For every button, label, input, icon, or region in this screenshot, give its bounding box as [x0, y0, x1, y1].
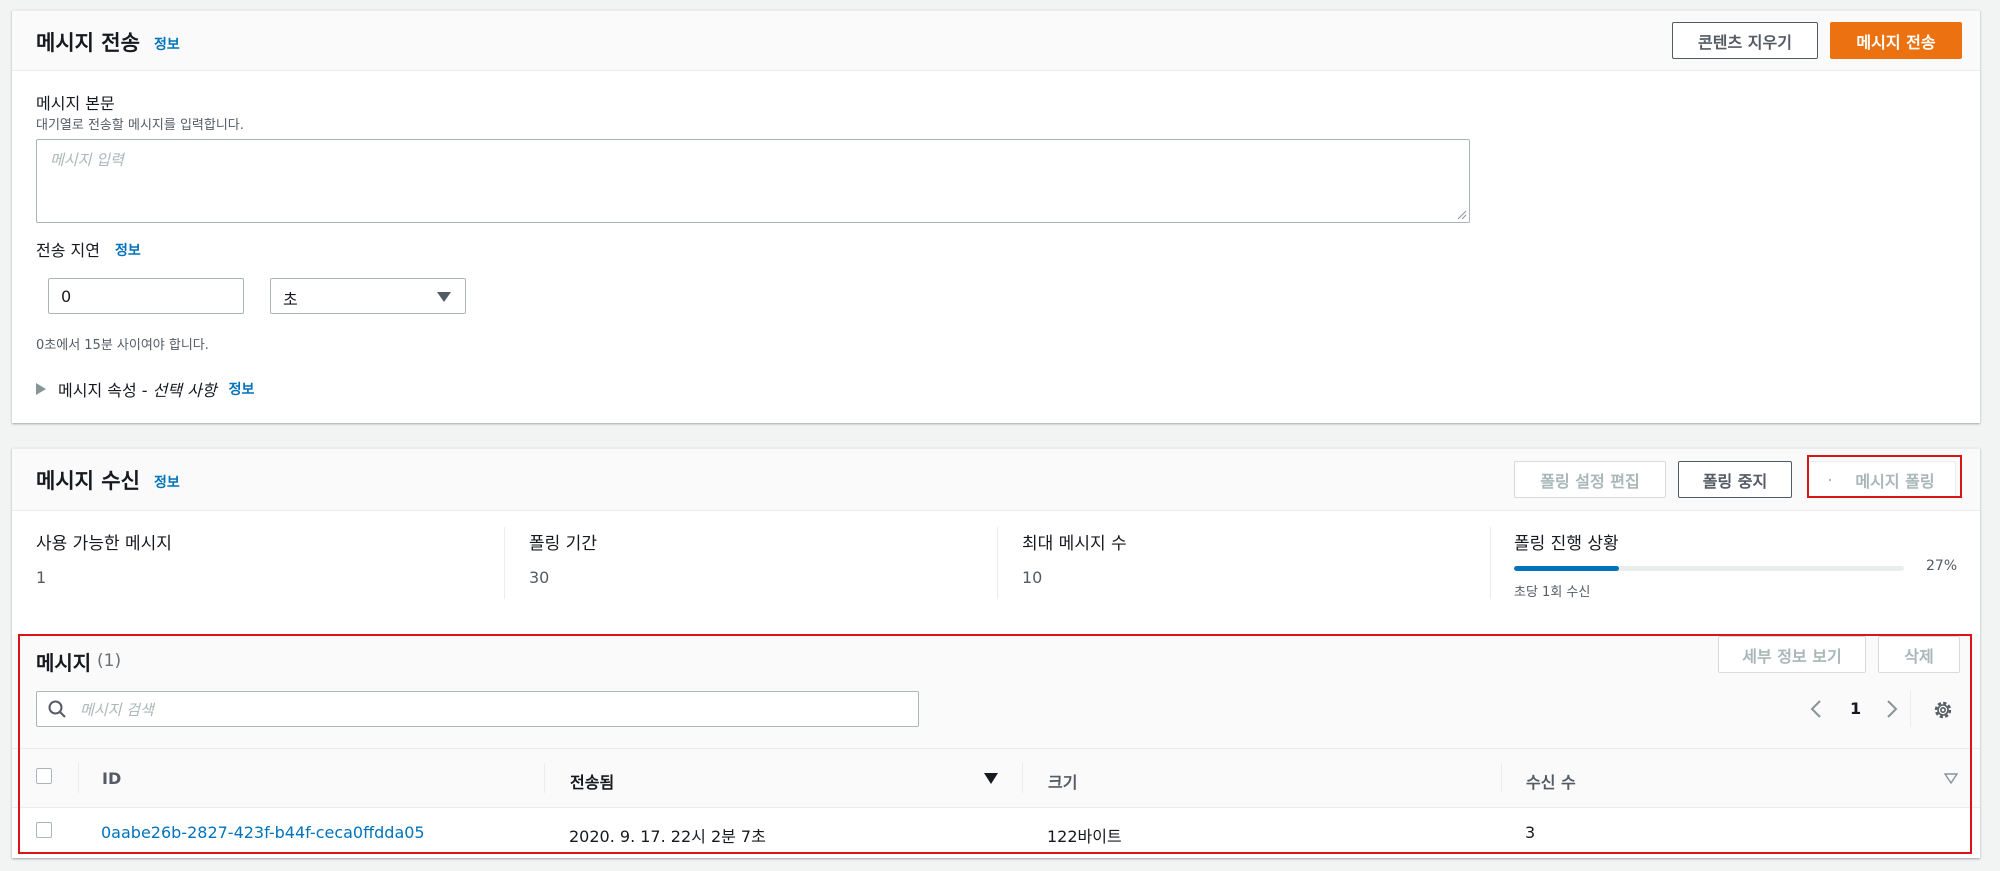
resize-handle-icon[interactable]: [1457, 210, 1467, 220]
metric-label: 사용 가능한 메시지: [36, 534, 172, 554]
message-attributes-optional: 선택 사항: [152, 381, 217, 400]
metric-divider: [504, 527, 505, 599]
metric-label: 최대 메시지 수: [1022, 534, 1127, 554]
send-info-link[interactable]: 정보: [154, 34, 180, 54]
delivery-delay-label: 전송 지연: [36, 241, 100, 260]
metric-value: 1: [36, 568, 47, 587]
send-message-title: 메시지 전송: [36, 31, 140, 55]
metric-value: 10: [1022, 568, 1043, 587]
message-attributes-label: 메시지 속성 -: [58, 381, 153, 400]
caret-right-icon: [36, 383, 46, 395]
delivery-delay-input[interactable]: 0: [48, 278, 244, 314]
metric-divider: [997, 527, 998, 599]
highlight-messages-table: [18, 634, 1972, 854]
progress-fill: [1514, 566, 1620, 571]
delivery-delay-hint: 0초에서 15분 사이여야 합니다.: [36, 338, 209, 353]
clear-content-button[interactable]: 콘텐츠 지우기: [1672, 22, 1818, 59]
metric-available-messages: 사용 가능한 메시지 1: [36, 529, 172, 587]
message-attributes-info-link[interactable]: 정보: [229, 379, 255, 399]
delivery-delay-unit-value: 초: [283, 290, 298, 309]
highlight-poll-messages: [1807, 455, 1962, 498]
progress-subtext: 초당 1회 수신: [1514, 585, 1591, 600]
metric-label: 폴링 기간: [529, 534, 597, 554]
metric-polling-progress: 폴링 진행 상황 27% 초당 1회 수신: [1514, 529, 1957, 600]
send-message-panel: 메시지 전송 정보 콘텐츠 지우기 메시지 전송 메시지 본문 대기열로 전송할…: [12, 10, 1980, 423]
message-body-textarea[interactable]: 메시지 입력: [36, 139, 1470, 223]
stop-polling-button[interactable]: 폴링 중지: [1678, 461, 1792, 498]
metric-value: 30: [529, 568, 550, 587]
send-message-header: 메시지 전송 정보 콘텐츠 지우기 메시지 전송: [12, 11, 1980, 71]
delivery-delay-unit-select[interactable]: 초: [270, 278, 466, 314]
delivery-delay-info-link[interactable]: 정보: [115, 240, 141, 260]
message-body-label: 메시지 본문: [36, 94, 115, 113]
send-message-button[interactable]: 메시지 전송: [1830, 22, 1962, 59]
edit-polling-settings-button[interactable]: 폴링 설정 편집: [1514, 461, 1666, 498]
message-body-description: 대기열로 전송할 메시지를 입력합니다.: [36, 118, 244, 133]
metric-polling-duration: 폴링 기간 30: [529, 529, 597, 587]
progress-percent: 27%: [1926, 558, 1958, 574]
metric-divider: [1490, 527, 1491, 599]
receive-message-header: 메시지 수신 정보 폴링 설정 편집 폴링 중지 메시지 폴링: [12, 449, 1980, 511]
metric-max-messages: 최대 메시지 수 10: [1022, 529, 1127, 587]
progress-track: [1514, 566, 1904, 571]
message-attributes-expander[interactable]: 메시지 속성 - 선택 사항 정보: [36, 377, 254, 401]
receive-info-link[interactable]: 정보: [154, 472, 180, 492]
message-body-placeholder: 메시지 입력: [50, 151, 124, 169]
caret-down-icon: [437, 292, 451, 302]
progress-label: 폴링 진행 상황: [1514, 534, 1619, 554]
delivery-delay-value: 0: [61, 287, 72, 306]
receive-message-title: 메시지 수신: [36, 469, 140, 493]
